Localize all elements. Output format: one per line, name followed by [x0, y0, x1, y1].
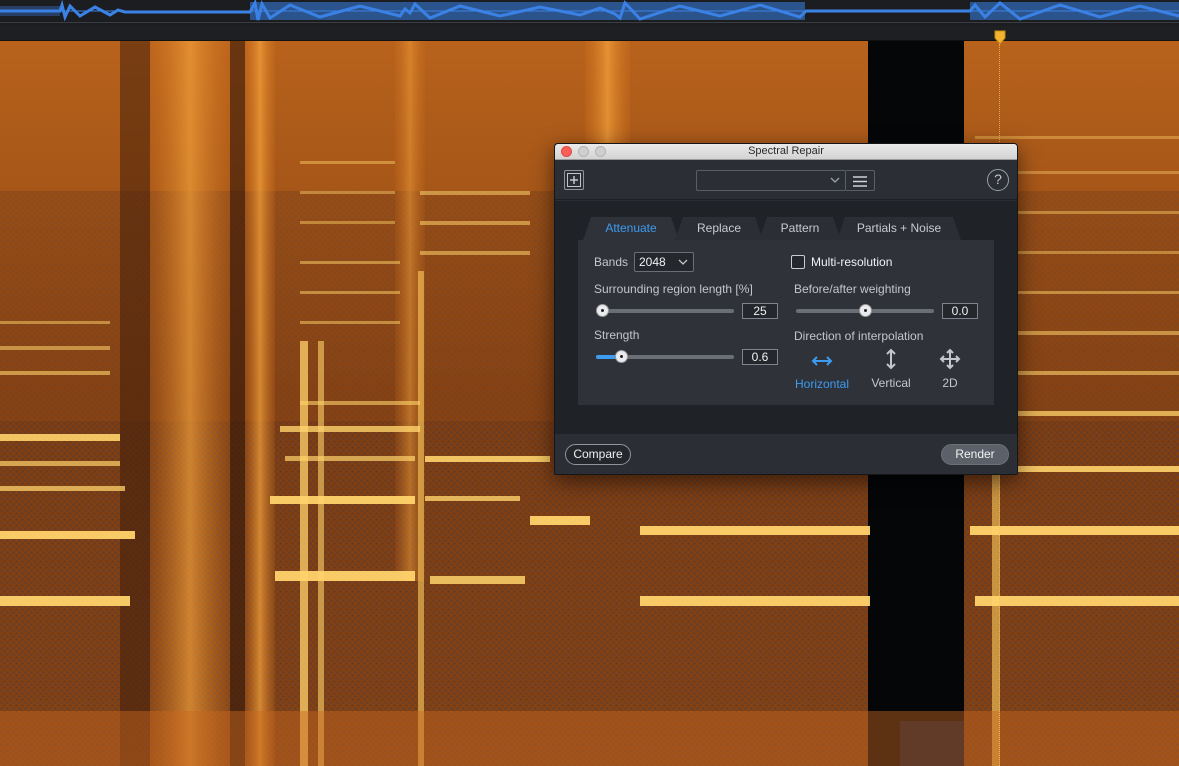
direction-vertical[interactable]: Vertical: [861, 348, 921, 390]
help-button[interactable]: ?: [987, 169, 1009, 191]
dialog-titlebar[interactable]: Spectral Repair: [555, 144, 1017, 160]
tab-replace[interactable]: Replace: [675, 217, 763, 240]
dialog-footer: Compare Render: [555, 434, 1017, 474]
preset-dropdown[interactable]: [696, 170, 846, 191]
tab-pattern[interactable]: Pattern: [759, 217, 841, 240]
bands-label: Bands: [594, 255, 629, 269]
before-after-weighting-thumb[interactable]: [859, 304, 872, 317]
bands-dropdown[interactable]: 2048: [634, 252, 694, 272]
overview-waveform[interactable]: [0, 0, 1179, 26]
strength-label: Strength: [594, 328, 640, 342]
vertical-arrows-icon: [886, 348, 896, 370]
bands-value: 2048: [639, 255, 666, 269]
tab-partials-noise[interactable]: Partials + Noise: [837, 217, 961, 240]
surrounding-region-label: Surrounding region length [%]: [594, 282, 753, 296]
four-way-arrows-icon: [939, 348, 961, 370]
hamburger-menu-icon: [853, 176, 867, 187]
chevron-down-icon: [830, 177, 840, 183]
multi-resolution-checkbox[interactable]: [791, 255, 805, 269]
surrounding-region-slider[interactable]: [596, 304, 736, 318]
add-preset-button[interactable]: [564, 170, 584, 190]
strength-thumb[interactable]: [615, 350, 628, 363]
dialog-title: Spectral Repair: [748, 145, 824, 157]
surrounding-region-thumb[interactable]: [596, 304, 609, 317]
before-after-weighting-label: Before/after weighting: [794, 282, 911, 296]
direction-horizontal[interactable]: Horizontal: [792, 353, 852, 391]
dialog-body: Attenuate Replace Pattern Partials + Noi…: [555, 201, 1017, 434]
spectral-repair-dialog: Spectral Repair ? Attenuate Replace Patt…: [554, 143, 1018, 475]
strength-value[interactable]: 0.6: [742, 349, 778, 365]
chevron-down-icon: [678, 259, 688, 265]
direction-2d[interactable]: 2D: [920, 348, 980, 390]
attenuate-panel: Bands 2048 Multi-resolution Surrounding …: [578, 240, 994, 405]
multi-resolution-label: Multi-resolution: [811, 255, 893, 269]
direction-label: Direction of interpolation: [794, 329, 924, 343]
overview-divider: [0, 22, 1179, 23]
strength-slider[interactable]: [596, 350, 736, 364]
before-after-weighting-value[interactable]: 0.0: [942, 303, 978, 319]
surrounding-region-value[interactable]: 25: [742, 303, 778, 319]
render-button[interactable]: Render: [941, 444, 1009, 465]
preset-menu-button[interactable]: [846, 170, 875, 191]
add-icon: [567, 173, 581, 187]
horizontal-arrows-icon: [811, 356, 833, 366]
before-after-weighting-slider[interactable]: [796, 304, 936, 318]
dialog-toolbar: ?: [555, 160, 1017, 200]
playhead-marker-icon[interactable]: [994, 30, 1006, 46]
tab-attenuate[interactable]: Attenuate: [583, 217, 679, 240]
help-icon: ?: [994, 171, 1002, 187]
waveform-graphic: [0, 0, 1179, 22]
compare-button[interactable]: Compare: [565, 444, 631, 465]
